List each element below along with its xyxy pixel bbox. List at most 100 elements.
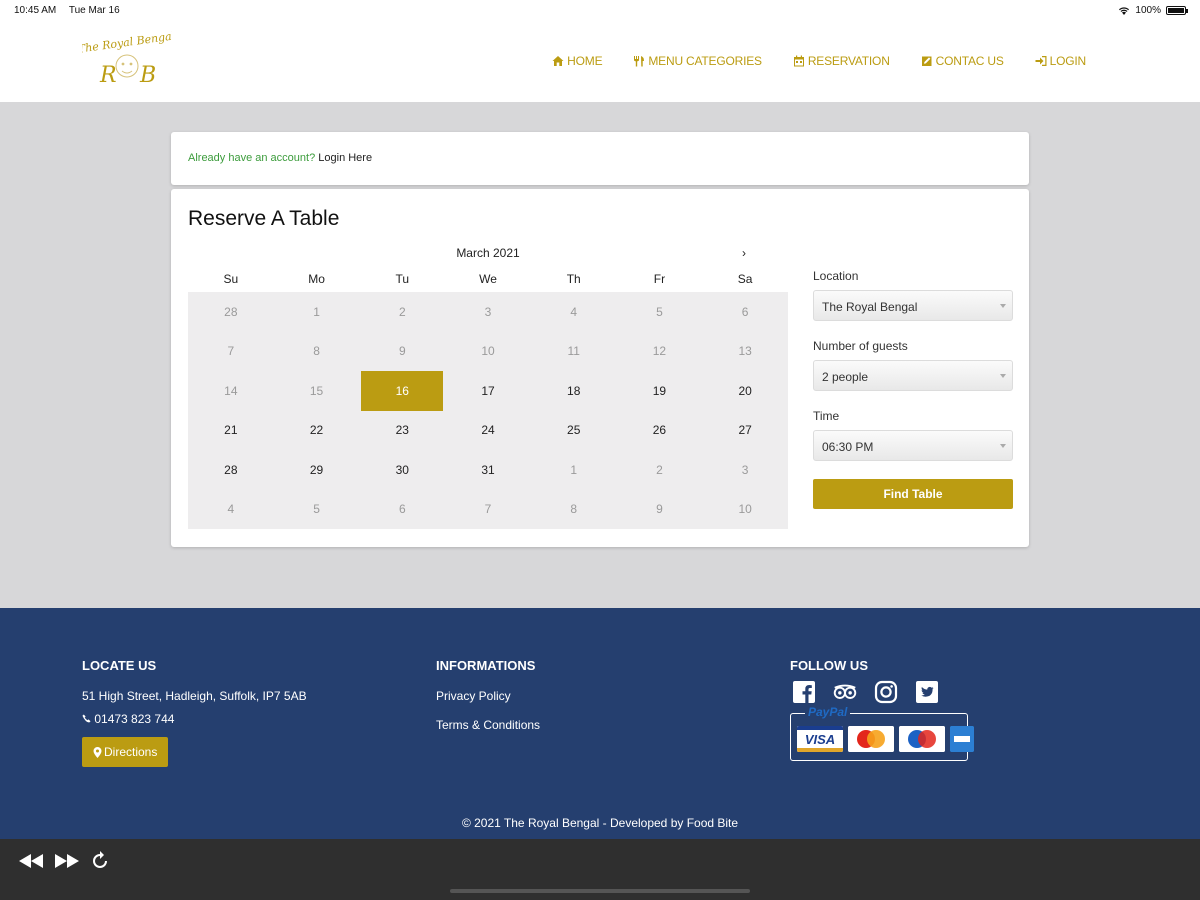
- calendar-next-button[interactable]: ›: [736, 246, 752, 260]
- nav-contact-label: CONTAC US: [935, 54, 1004, 68]
- instagram-link[interactable]: [872, 679, 900, 705]
- calendar-day: 10: [481, 344, 495, 359]
- royal-bengal-logo[interactable]: The Royal Bengal R B: [82, 28, 172, 94]
- directions-button[interactable]: Directions: [82, 737, 169, 767]
- status-date: Tue Mar 16: [68, 5, 120, 16]
- reload-icon: [93, 851, 107, 868]
- calendar-day: 8: [313, 344, 320, 359]
- forward-button[interactable]: [54, 851, 80, 876]
- nav-reservation-label: RESERVATION: [807, 54, 890, 68]
- calendar-day: 6: [398, 502, 406, 517]
- calendar-day[interactable]: 21: [188, 411, 274, 451]
- weekday-label: Su: [223, 272, 239, 286]
- footer-locate: LOCATE US 51 High Street, Hadleigh, Suff…: [82, 658, 307, 767]
- calendar-day-selected[interactable]: 16: [361, 371, 444, 411]
- tripadvisor-link[interactable]: [831, 679, 859, 705]
- calendar-day[interactable]: 27: [702, 411, 788, 451]
- follow-heading: FOLLOW US: [790, 658, 868, 673]
- terms-link[interactable]: Terms & Conditions: [436, 718, 540, 732]
- calendar-day[interactable]: 19: [617, 371, 703, 411]
- informations-heading: INFORMATIONS: [436, 658, 536, 673]
- calendar-day[interactable]: 25: [531, 411, 617, 451]
- phone-row: 01473 823 744: [82, 712, 307, 726]
- calendar-day: 11: [567, 344, 580, 359]
- calendar-icon: [793, 55, 804, 67]
- nav-contact[interactable]: CONTAC US: [921, 54, 1004, 68]
- nav-menu-categories[interactable]: MENU CATEGORIES: [633, 54, 762, 68]
- battery-icon: [1166, 6, 1188, 15]
- calendar-day[interactable]: 22: [274, 411, 360, 451]
- find-table-button[interactable]: Find Table: [813, 479, 1013, 509]
- calendar-day[interactable]: 28: [188, 450, 274, 490]
- nav-login-label: LOGIN: [1049, 54, 1087, 68]
- phone-icon: [82, 714, 91, 723]
- calendar-day: 13: [738, 344, 752, 359]
- amex-card-icon: [950, 726, 974, 752]
- guests-select[interactable]: 2 people: [813, 360, 1013, 391]
- calendar-day: 28: [224, 304, 238, 319]
- browser-toolbar: [0, 839, 1200, 900]
- calendar-day[interactable]: 20: [702, 371, 788, 411]
- calendar-day: 2: [398, 304, 406, 319]
- back-button[interactable]: [18, 851, 44, 876]
- edit-icon: [921, 56, 932, 66]
- reload-button[interactable]: [90, 851, 110, 876]
- wifi-icon: [1119, 7, 1130, 15]
- calendar-day[interactable]: 24: [445, 411, 531, 451]
- payment-methods: PayPal VISA: [790, 705, 974, 761]
- privacy-policy-link[interactable]: Privacy Policy: [436, 689, 540, 703]
- calendar-day: 4: [227, 502, 235, 517]
- calendar-day[interactable]: 17: [445, 371, 531, 411]
- login-question: Already have an account?: [188, 152, 316, 164]
- calendar-grid: 28 1 2 3 4 5 6 7 8 9 10 11 12 13 14 15 16 17 18 19 20 21 22 23 2…: [188, 292, 788, 529]
- site-footer: LOCATE US 51 High Street, Hadleigh, Suff…: [0, 608, 1200, 839]
- login-here-link[interactable]: Login Here: [318, 152, 372, 164]
- calendar-day: 4: [570, 304, 578, 319]
- calendar-day: 7: [227, 344, 235, 359]
- calendar-day[interactable]: 29: [274, 450, 360, 490]
- copyright-text: © 2021 The Royal Bengal - Developed by F…: [461, 816, 739, 830]
- address-text: 51 High Street, Hadleigh, Suffolk, IP7 5…: [82, 689, 307, 703]
- reservation-form: Location The Royal Bengal Number of gues…: [813, 269, 1013, 509]
- tripadvisor-icon: [833, 684, 857, 699]
- social-links: [790, 679, 968, 705]
- nav-reservation[interactable]: RESERVATION: [793, 54, 890, 68]
- map-marker-icon: [93, 746, 102, 758]
- nav-login[interactable]: LOGIN: [1035, 54, 1086, 68]
- calendar-day[interactable]: 18: [531, 371, 617, 411]
- twitter-link[interactable]: [913, 679, 941, 705]
- weekday-label: Th: [566, 272, 581, 286]
- calendar-day: 1: [570, 462, 578, 477]
- nav-home[interactable]: HOME: [552, 54, 603, 68]
- location-select[interactable]: The Royal Bengal: [813, 290, 1013, 321]
- instagram-icon: [874, 680, 898, 704]
- cutlery-icon: [634, 56, 645, 67]
- logo-initial-b: B: [139, 63, 156, 88]
- facebook-link[interactable]: [790, 679, 818, 705]
- site-header: The Royal Bengal R B HOME MENU CATEGORIE…: [0, 22, 1200, 102]
- footer-follow: FOLLOW US PayPal VISA: [790, 658, 974, 761]
- calendar-day[interactable]: 26: [617, 411, 703, 451]
- calendar-day: 3: [484, 304, 492, 319]
- calendar-day: 12: [652, 344, 667, 359]
- weekday-label: Fr: [653, 272, 666, 286]
- time-select[interactable]: 06:30 PM: [813, 430, 1013, 461]
- home-indicator: [450, 889, 750, 893]
- nav-home-label: HOME: [567, 54, 603, 68]
- weekday-label: We: [479, 272, 497, 286]
- phone-text: 01473 823 744: [94, 712, 175, 726]
- weekday-label: Tu: [395, 272, 410, 286]
- calendar-day: 9: [656, 502, 663, 517]
- calendar-day: 8: [570, 502, 578, 517]
- calendar-day: 2: [656, 462, 663, 477]
- directions-label: Directions: [104, 745, 158, 759]
- calendar-month: March 2021: [456, 246, 520, 260]
- calendar-day[interactable]: 30: [359, 450, 445, 490]
- calendar-day: 6: [741, 304, 749, 319]
- calendar-day[interactable]: 31: [445, 450, 531, 490]
- guests-label: Number of guests: [813, 339, 908, 353]
- calendar-day: 5: [313, 502, 320, 517]
- calendar-day[interactable]: 23: [359, 411, 445, 451]
- calendar-day: 10: [738, 502, 752, 517]
- time-label: Time: [813, 409, 840, 423]
